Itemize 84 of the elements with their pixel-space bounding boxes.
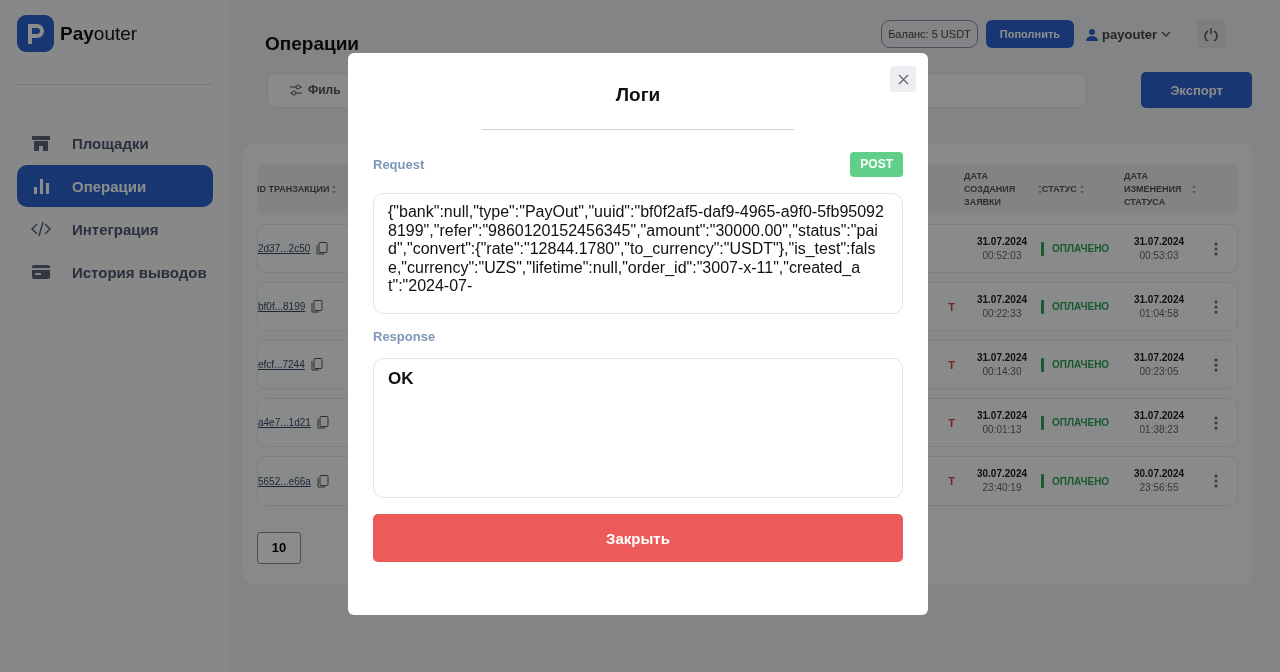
transaction-link[interactable]: bf0f...8199 [258,301,306,313]
more-icon[interactable] [1214,474,1218,488]
chevron-down-icon[interactable] [1161,31,1171,37]
user-name[interactable]: payouter [1102,26,1157,42]
copy-icon[interactable] [316,474,329,488]
copy-icon[interactable] [316,242,329,256]
time-text: 01:04:58 [1139,306,1179,321]
column-header: СТАТУС [1042,183,1077,196]
transaction-link[interactable]: efcf...7244 [258,359,305,371]
dialog-title: Логи [614,83,662,107]
status-label: ОПЛАЧЕНО [1052,243,1110,255]
sidebar-item[interactable]: Интеграция [17,208,213,250]
date-text: 31.07.2024 [976,408,1028,423]
status-bar-mark [1041,357,1044,372]
status-bar-mark [1041,299,1044,314]
time-text: 23:40:19 [982,481,1022,495]
more-icon[interactable] [1214,357,1218,372]
time-text: 00:22:33 [982,306,1022,321]
balance-badge: Баланс: 5 USDT [881,20,978,48]
filter-button[interactable]: Филь [290,83,341,97]
date-text: 31.07.2024 [976,234,1028,249]
table-cell: T [948,300,955,313]
logo-text: Payouter [60,22,138,45]
status-bar-mark [1041,474,1044,488]
transaction-link[interactable]: 5652...e66a [258,475,311,487]
copy-icon[interactable] [310,358,323,372]
status-label: ОПЛАЧЕНО [1052,417,1110,429]
column-header: ID ТРАНЗАКЦИИ [257,183,330,196]
date-text: 31.07.2024 [1133,350,1185,365]
transaction-link[interactable]: 2d37...2c50 [258,243,311,255]
more-icon[interactable] [1214,415,1218,430]
status-label: ОПЛАЧЕНО [1052,359,1110,371]
status-bar-mark [1041,241,1044,256]
status-label: ОПЛАЧЕНО [1052,301,1110,313]
time-text: 00:52:03 [982,248,1022,263]
column-header: ДАТА ИЗМЕНЕНИЯ СТАТУСА [1124,170,1183,209]
date-text: 31.07.2024 [1133,408,1185,423]
date-text: 31.07.2024 [1133,234,1185,249]
time-text: 23:56:55 [1139,481,1179,495]
close-dialog-button[interactable]: Закрыть [373,514,903,562]
field-label: Response [373,329,437,344]
column-header: ДАТА СОЗДАНИЯ ЗАЯВКИ [964,170,1017,209]
time-text: 00:14:30 [982,364,1022,379]
date-text: 30.07.2024 [1133,467,1185,481]
response-field[interactable]: OK [373,358,903,498]
sidebar-item[interactable]: Операции [17,165,213,207]
user-icon [1086,27,1099,41]
power-button[interactable] [1197,20,1225,48]
top-up-button[interactable]: Пополнить [985,20,1075,48]
transaction-link[interactable]: a4e7...1d21 [258,417,311,429]
date-text: 31.07.2024 [976,292,1028,307]
logo-icon [17,15,54,52]
close-icon [897,73,909,85]
status-bar-mark [1041,415,1044,430]
date-text: 30.07.2024 [976,467,1028,481]
code-icon [31,219,51,239]
status-label: ОПЛАЧЕНО [1052,475,1110,487]
bar-chart-icon [31,176,51,196]
export-button[interactable]: Экспорт [1141,72,1252,108]
table-cell: T [948,358,955,371]
request-field[interactable]: {"bank":null,"type":"PayOut","uuid":"bf0f2af5-daf9-4965-a9f0-5fb950928199","refer":"9860120152456345","amount":"30000.00","status":"paid","convert":{"rate":"12844.1780","to_currency":"USDT"},"is_test":false,"currency":"UZS","lifetime":null,"order_id":"3007-x-11","created_at":"2024-07- [373,193,903,314]
time-text: 00:01:13 [982,422,1022,437]
page-title: Операции [265,33,361,55]
more-icon[interactable] [1214,299,1218,314]
table-cell: T [948,475,955,487]
field-label: Request [373,157,425,172]
close-button[interactable] [890,66,916,92]
sidebar-item[interactable]: История выводов [17,251,213,293]
power-icon [1204,27,1218,41]
date-text: 31.07.2024 [976,350,1028,365]
card-icon [31,262,51,282]
sidebar-item[interactable]: Площадки [17,122,213,164]
time-text: 01:38:23 [1139,422,1179,437]
copy-icon[interactable] [311,300,324,314]
more-icon[interactable] [1214,241,1218,256]
sliders-icon [290,84,302,96]
store-icon [31,133,51,153]
date-text: 31.07.2024 [1133,292,1185,307]
time-text: 00:53:03 [1139,248,1179,263]
table-cell: T [948,416,955,429]
copy-icon[interactable] [316,416,329,430]
page-size-select[interactable]: 10 [257,531,301,564]
time-text: 00:23:05 [1139,364,1179,379]
method-badge: POST [850,152,903,177]
